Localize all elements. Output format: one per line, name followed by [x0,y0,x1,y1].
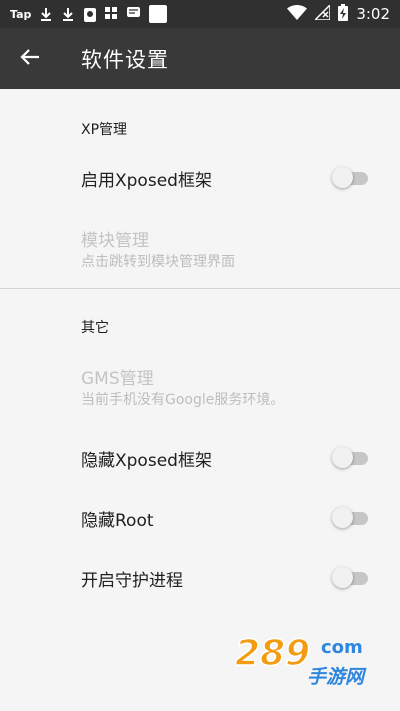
pref-module-manage: 模块管理 点击跳转到模块管理界面 [0,209,400,279]
no-signal-icon [313,2,332,24]
pref-title: 开启守护进程 [81,571,183,591]
grid-icon [105,7,119,21]
message-icon [127,7,141,21]
switch-thumb [332,567,353,588]
switch-thumb [332,447,353,468]
pref-hide-xposed[interactable]: 隐藏Xposed框架 [0,427,400,485]
enable-xposed-switch[interactable] [332,165,370,189]
pref-daemon[interactable]: 开启守护进程 [0,547,400,605]
pref-title: 隐藏Xposed框架 [81,451,212,471]
watermark-site: com [321,637,363,658]
download-icon [61,7,75,21]
app-notification-icon [83,7,97,22]
section-divider [0,288,400,289]
hide-xposed-switch[interactable] [332,445,370,469]
status-time: 3:02 [356,5,390,23]
wifi-icon [287,4,308,24]
pref-title: GMS管理 [81,369,154,389]
pref-hide-root[interactable]: 隐藏Root [0,487,400,545]
pref-gms-manage: GMS管理 当前手机没有Google服务环境。 [0,347,400,417]
pref-summary: 当前手机没有Google服务环境。 [81,392,285,408]
pref-title: 启用Xposed框架 [81,171,212,191]
arrow-back-icon [20,48,40,70]
tap-app-badge: Tap [10,7,32,21]
pref-title: 模块管理 [81,231,149,251]
status-bar: Tap 3:02 [0,0,400,28]
app-notification-icon [149,5,168,23]
pref-enable-xposed[interactable]: 启用Xposed框架 [0,149,400,207]
back-button[interactable] [0,28,60,89]
section-title-other: 其它 [81,320,109,336]
page-title: 软件设置 [81,47,169,72]
watermark-logo: 289 com 手游网 [234,627,380,689]
switch-thumb [332,507,353,528]
watermark-text: 手游网 [307,666,367,688]
section-title-xp: XP管理 [81,122,128,138]
watermark-number: 289 [235,633,310,674]
settings-list: XP管理 启用Xposed框架 模块管理 点击跳转到模块管理界面 其它 GMS管… [0,89,400,711]
download-icon [39,7,53,21]
switch-thumb [332,167,353,188]
battery-charging-icon [338,3,349,25]
pref-title: 隐藏Root [81,511,154,531]
hide-root-switch[interactable] [332,505,370,529]
app-bar: 软件设置 [0,28,400,89]
pref-summary: 点击跳转到模块管理界面 [81,254,235,270]
daemon-switch[interactable] [332,565,370,589]
